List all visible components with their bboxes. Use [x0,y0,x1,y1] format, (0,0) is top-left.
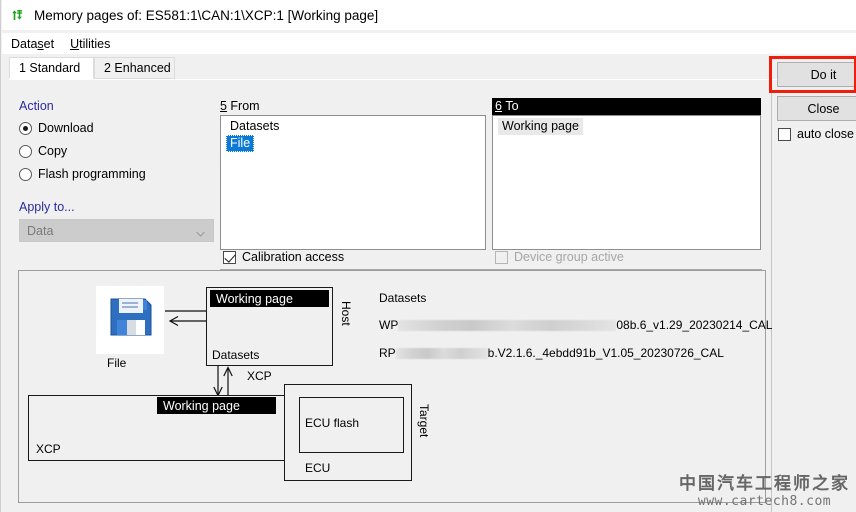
device-group-active-checkbox: Device group active [495,250,624,264]
watermark-url: www.cartech8.com [697,494,832,509]
checkbox-box-auto-close [778,127,791,141]
radio-dot-copy [19,144,32,158]
chevron-down-icon [196,228,205,237]
device-group-active-label: Device group active [514,250,624,264]
redacted-block [398,320,617,332]
tab-enhanced[interactable]: 2 Enhanced [94,57,175,79]
target-working-page-bar: Working page [157,397,276,414]
window-title: Memory pages of: ES581:1\CAN:1\XCP:1 [Wo… [34,7,379,23]
apply-to-combobox[interactable]: Data [19,219,214,242]
menu-item-utilities[interactable]: Utilities [70,37,110,51]
from-list-label: 5 From [220,99,260,113]
tab-strip: 1 Standard 2 Enhanced [9,57,856,79]
dataset-prefix-wp: WP [379,318,399,332]
radio-dot-download [19,121,32,135]
host-datasets-label: Datasets [212,348,260,362]
radio-copy[interactable]: Copy [19,144,67,158]
radio-label-copy: Copy [38,144,68,158]
apply-to-label: Apply to... [19,200,75,214]
list-item[interactable]: Datasets [221,116,485,135]
apply-to-value: Data [27,223,54,238]
calibration-access-checkbox[interactable]: Calibration access [223,250,344,264]
from-item-datasets: Datasets [230,119,280,133]
to-listbox[interactable]: Working page [492,115,761,250]
list-item[interactable]: Working page [493,116,760,135]
target-label: Target [417,404,431,438]
auto-close-checkbox[interactable]: auto close [778,127,854,141]
ecu-flash-label: ECU flash [305,416,360,430]
calibration-access-label: Calibration access [242,250,345,264]
dataset-suffix-wp: 08b.6_v1.29_20230214_CAL [616,318,773,332]
radio-label-flash-programming: Flash programming [38,167,146,181]
dataset-row-wp: WP 08b.6_v1.29_20230214_CAL [379,318,772,332]
from-listbox[interactable]: Datasets File [220,115,486,250]
radio-label-download: Download [38,121,94,135]
target-xcp-label: XCP [36,442,61,456]
title-bar: Memory pages of: ES581:1\CAN:1\XCP:1 [Wo… [2,0,856,30]
watermark: 中国汽车工程师之家 www.cartech8.com [679,474,850,510]
file-label: File [107,356,127,370]
checkbox-box-device-group-active [495,250,508,264]
auto-close-label: auto close [797,127,854,141]
to-item-working-page: Working page [498,118,583,135]
menu-bar: Dataset Utilities [2,33,856,54]
radio-download[interactable]: Download [19,121,94,135]
memory-page-diagram: File Working page Datasets Host XCP Work… [18,270,772,503]
host-working-page-bar: Working page [210,290,329,307]
from-item-file: File [226,135,255,152]
checkbox-box-calibration-access [223,250,236,264]
to-list-label: 6 To [492,98,761,115]
memory-pages-window: Memory pages of: ES581:1\CAN:1\XCP:1 [Wo… [0,0,856,512]
list-item[interactable]: File [221,135,485,152]
action-group-label: Action [19,99,54,113]
watermark-cn: 中国汽车工程师之家 [679,474,850,494]
host-label: Host [339,301,353,326]
menu-item-dataset[interactable]: Dataset [11,37,54,51]
radio-flash-programming[interactable]: Flash programming [19,167,146,181]
divider [771,57,772,512]
close-button[interactable]: Close [777,96,856,121]
dataset-prefix-rp: RP [379,346,396,360]
memory-pages-icon [11,7,27,23]
ecu-label: ECU [305,461,331,475]
dataset-row-rp: RP b.V2.1.6._4ebdd91b_V1.05_20230726_CAL [379,346,724,360]
datasets-title: Datasets [379,291,427,305]
do-it-button[interactable]: Do it [777,62,856,87]
dataset-suffix-rp: b.V2.1.6._4ebdd91b_V1.05_20230726_CAL [487,346,724,360]
radio-dot-flash-programming [19,167,32,181]
tab-standard[interactable]: 1 Standard [9,57,94,79]
floppy-disk-icon [107,293,155,344]
redacted-block [395,348,488,360]
xcp-link-label: XCP [247,369,272,383]
